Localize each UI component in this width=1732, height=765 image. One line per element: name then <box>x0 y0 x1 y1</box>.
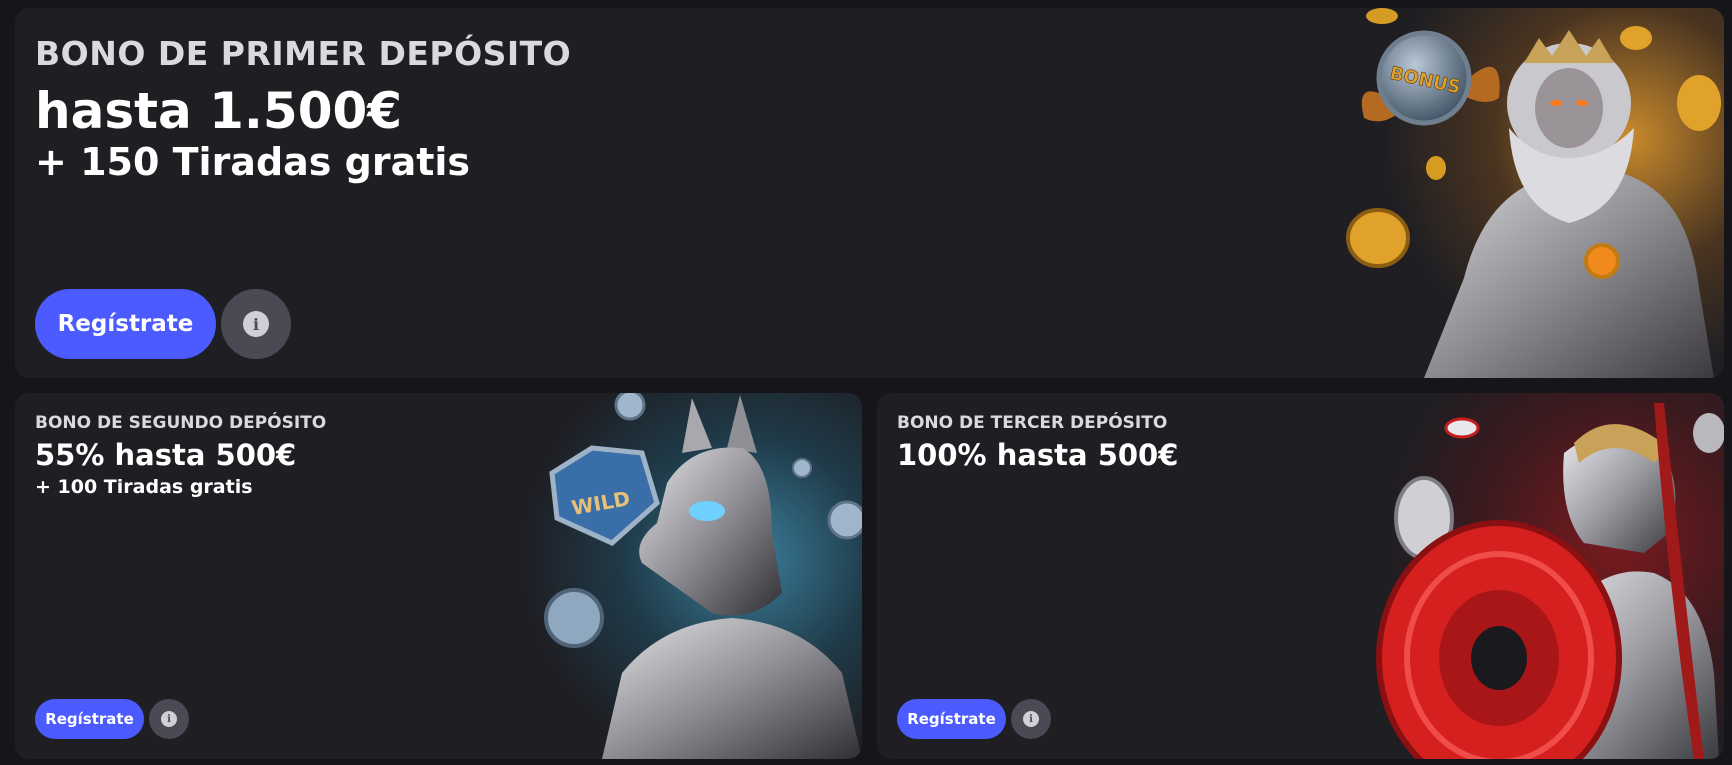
athena-with-red-shield-illustration <box>1364 393 1724 759</box>
bonus-eyebrow: BONO DE SEGUNDO DEPÓSITO <box>35 413 327 433</box>
register-button[interactable]: Regístrate <box>35 699 144 739</box>
bonus-eyebrow: BONO DE PRIMER DEPÓSITO <box>35 34 572 73</box>
bonus-free-spins: + 150 Tiradas gratis <box>35 140 471 184</box>
zeus-with-bonus-coin-illustration: BONUS <box>1344 8 1724 378</box>
bonus-amount: 100% hasta 500€ <box>897 438 1179 472</box>
bonus-amount: 55% hasta 500€ <box>35 438 297 472</box>
info-icon: i <box>1023 711 1039 727</box>
info-icon: i <box>161 711 177 727</box>
info-icon: i <box>243 311 269 337</box>
bonus-free-spins: + 100 Tiradas gratis <box>35 476 253 498</box>
info-button[interactable]: i <box>1011 699 1051 739</box>
anubis-with-wild-gem-illustration: WILD <box>482 393 862 759</box>
bonus-eyebrow: BONO DE TERCER DEPÓSITO <box>897 413 1168 433</box>
second-deposit-bonus-card: WILD BONO DE SEGUNDO DEPÓSITO 55% hasta … <box>15 393 862 759</box>
bonus-amount: hasta 1.500€ <box>35 82 403 140</box>
register-button[interactable]: Regístrate <box>897 699 1006 739</box>
third-deposit-bonus-card: BONO DE TERCER DEPÓSITO 100% hasta 500€ … <box>877 393 1724 759</box>
info-button[interactable]: i <box>221 289 291 359</box>
first-deposit-bonus-card: BONO DE PRIMER DEPÓSITO hasta 1.500€ + 1… <box>15 8 1724 378</box>
register-button[interactable]: Regístrate <box>35 289 216 359</box>
info-button[interactable]: i <box>149 699 189 739</box>
